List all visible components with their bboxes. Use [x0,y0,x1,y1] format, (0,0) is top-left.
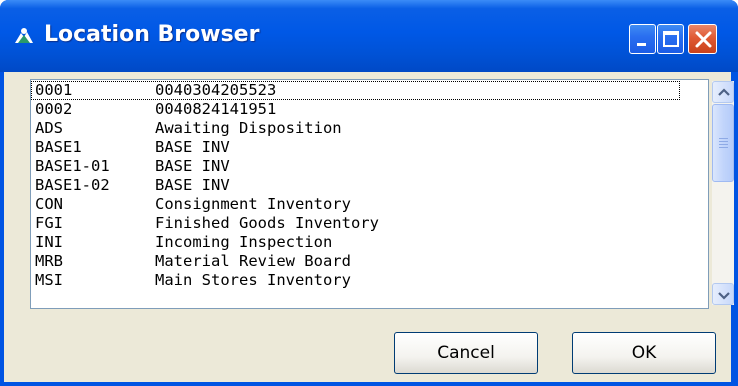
location-description: Consignment Inventory [155,195,351,213]
location-description: BASE INV [155,176,230,194]
location-description: Finished Goods Inventory [155,214,379,232]
location-code: 0001 [35,81,73,99]
grip-line [719,138,728,139]
list-item[interactable]: BASE1 BASE INV [31,138,711,157]
list-item[interactable]: FGI Finished Goods Inventory [31,214,711,233]
list-item[interactable]: BASE1-02 BASE INV [31,176,711,195]
location-code: MRB [35,252,63,270]
location-description: BASE INV [155,157,230,175]
location-code: CON [35,195,63,213]
location-description: BASE INV [155,138,230,156]
list-item[interactable]: BASE1-01 BASE INV [31,157,711,176]
vertical-scrollbar[interactable] [712,81,734,305]
chevron-up-icon [718,88,730,96]
location-code: FGI [35,214,63,232]
location-code: INI [35,233,63,251]
scroll-down-button[interactable] [712,283,734,305]
list-item[interactable]: CON Consignment Inventory [31,195,711,214]
minimize-icon [637,43,646,46]
list-item[interactable]: ADS Awaiting Disposition [31,119,711,138]
grip-line [719,147,728,148]
location-description: Material Review Board [155,252,351,270]
location-code: ADS [35,119,63,137]
location-code: BASE1-01 [35,157,110,175]
location-browser-window: Location Browser 0001 0040304205523 0002 00… [0,0,738,386]
location-code: BASE1-02 [35,176,110,194]
close-icon [695,31,712,48]
location-listbox[interactable]: 0001 0040304205523 0002 0040824141951 ADS Awa… [30,79,734,309]
close-button[interactable] [688,24,717,54]
dialog-client-area: 0001 0040304205523 0002 0040824141951 ADS Awa… [4,72,734,382]
location-code: BASE1 [35,138,82,156]
title-bar[interactable]: Location Browser [0,0,738,72]
maximize-icon [663,31,679,47]
location-browser-icon [14,27,34,45]
location-description: Main Stores Inventory [155,271,351,289]
location-description: Incoming Inspection [155,233,333,251]
scroll-thumb[interactable] [712,104,734,182]
grip-line [719,141,728,142]
list-item[interactable]: 0002 0040824141951 [31,100,711,119]
list-item[interactable]: INI Incoming Inspection [31,233,711,252]
location-code: MSI [35,271,63,289]
window-title: Location Browser [44,22,260,47]
cancel-button[interactable]: Cancel [394,332,538,374]
scroll-up-button[interactable] [712,81,734,103]
list-item[interactable]: 0001 0040304205523 [31,81,680,100]
chevron-down-icon [718,292,730,300]
list-item[interactable]: MRB Material Review Board [31,252,711,271]
maximize-button[interactable] [657,24,684,54]
minimize-button[interactable] [629,24,656,54]
grip-line [719,144,728,145]
list-item[interactable]: MSI Main Stores Inventory [31,271,711,290]
location-description: 0040304205523 [155,81,277,99]
location-description: 0040824141951 [155,100,277,118]
ok-button[interactable]: OK [572,332,716,374]
location-description: Awaiting Disposition [155,119,342,137]
location-code: 0002 [35,100,73,118]
